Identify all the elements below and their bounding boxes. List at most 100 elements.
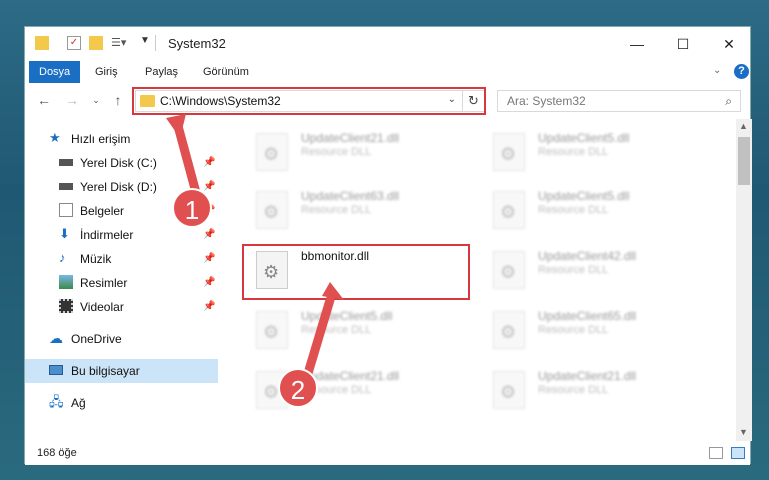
- properties-icon[interactable]: ✓: [67, 36, 81, 50]
- title-bar: ✓ ☰▾ ▼ System32 — ☐ ✕: [25, 27, 750, 61]
- dll-file-icon: ⚙: [493, 251, 525, 289]
- tab-home[interactable]: Giriş: [85, 61, 128, 83]
- file-type: Resource DLL: [301, 324, 372, 336]
- file-name: UpdateClient63.dll: [301, 189, 400, 203]
- close-button[interactable]: ✕: [706, 27, 752, 61]
- item-count: 168 öğe: [37, 447, 77, 459]
- tab-file[interactable]: Dosya: [29, 61, 81, 83]
- sidebar-item-network[interactable]: 🖧 Ağ: [25, 391, 218, 415]
- file-type: Resource DLL: [301, 204, 372, 216]
- pin-icon[interactable]: 📌: [203, 301, 215, 312]
- sidebar-item-label: İndirmeler: [80, 228, 134, 242]
- callout-1: 1: [172, 188, 212, 228]
- sidebar-item-label: OneDrive: [71, 332, 122, 346]
- ribbon-tabs: Dosya Giriş Paylaş Görünüm ⌄ ?: [25, 61, 750, 84]
- tab-share[interactable]: Paylaş: [135, 61, 188, 83]
- file-name: UpdateClient21.dll: [538, 369, 637, 383]
- sidebar-item-label: Belgeler: [80, 204, 125, 218]
- file-name: UpdateClient5.dll: [538, 189, 630, 203]
- download-icon: ⬇: [59, 226, 70, 241]
- sidebar-item-label: Bu bilgisayar: [71, 364, 140, 378]
- file-name: UpdateClient65.dll: [538, 309, 637, 323]
- file-name: UpdateClient5.dll: [301, 309, 393, 323]
- file-highlight-box: [242, 244, 470, 300]
- expand-ribbon-icon[interactable]: ⌄: [713, 65, 721, 76]
- title-divider: [155, 35, 156, 51]
- sidebar-item-label: Hızlı erişim: [71, 132, 131, 146]
- new-folder-icon[interactable]: [89, 36, 103, 50]
- file-item[interactable]: ⚙ UpdateClient63.dll Resource DLL: [246, 183, 476, 237]
- address-highlight-box: [132, 87, 486, 115]
- file-type: Resource DLL: [538, 384, 609, 396]
- file-type: Resource DLL: [538, 264, 609, 276]
- dll-file-icon: ⚙: [256, 311, 288, 349]
- details-view-icon[interactable]: [709, 447, 723, 459]
- search-box[interactable]: Ara: System32 ⌕: [497, 90, 741, 112]
- tab-view[interactable]: Görünüm: [193, 61, 259, 83]
- star-icon: ★: [49, 130, 61, 145]
- recent-locations-button[interactable]: ⌄: [87, 91, 105, 109]
- document-icon: [59, 203, 73, 217]
- file-item[interactable]: ⚙ UpdateClient21.dll Resource DLL: [246, 125, 476, 179]
- status-bar: 168 öğe: [25, 441, 750, 465]
- sidebar-item-label: Ağ: [71, 396, 86, 410]
- maximize-button[interactable]: ☐: [660, 27, 706, 61]
- scroll-down-icon[interactable]: ▼: [739, 427, 748, 437]
- chevron-down-icon[interactable]: ▼: [140, 35, 150, 46]
- dll-file-icon: ⚙: [493, 133, 525, 171]
- computer-icon: [49, 365, 63, 375]
- dll-file-icon: ⚙: [493, 311, 525, 349]
- sidebar-item-music[interactable]: ♪ Müzik 📌: [25, 247, 218, 271]
- file-item[interactable]: ⚙ UpdateClient5.dll Resource DLL: [483, 125, 713, 179]
- large-icons-view-icon[interactable]: [731, 447, 745, 459]
- vertical-scrollbar[interactable]: ▲ ▼: [736, 119, 752, 441]
- sidebar-item-label: Yerel Disk (C:): [80, 156, 157, 170]
- callout-2: 2: [278, 368, 318, 408]
- forward-button[interactable]: →: [63, 91, 81, 109]
- scroll-up-icon[interactable]: ▲: [739, 121, 748, 131]
- music-icon: ♪: [59, 250, 66, 265]
- file-name: UpdateClient42.dll: [538, 249, 637, 263]
- sidebar-item-onedrive[interactable]: ☁ OneDrive: [25, 327, 218, 351]
- up-button[interactable]: ↑: [109, 91, 127, 109]
- sidebar-item-label: Videolar: [80, 300, 124, 314]
- sidebar-item-disk-c[interactable]: Yerel Disk (C:) 📌: [25, 151, 218, 175]
- file-item[interactable]: ⚙ UpdateClient5.dll Resource DLL: [483, 183, 713, 237]
- pin-icon[interactable]: 📌: [203, 181, 215, 192]
- customize-qat-icon[interactable]: ☰▾: [111, 36, 126, 50]
- file-item[interactable]: ⚙ UpdateClient5.dll Resource DLL: [246, 303, 476, 357]
- pictures-icon: [59, 275, 73, 289]
- dll-file-icon: ⚙: [493, 371, 525, 409]
- drive-icon: [59, 183, 73, 190]
- pin-icon[interactable]: 📌: [203, 253, 215, 264]
- scrollbar-thumb[interactable]: [738, 137, 750, 185]
- pin-icon[interactable]: 📌: [203, 277, 215, 288]
- sidebar-item-label: Müzik: [80, 252, 112, 266]
- file-name: UpdateClient5.dll: [538, 131, 630, 145]
- sidebar-item-label: Resimler: [80, 276, 128, 290]
- video-icon: [59, 299, 73, 313]
- sidebar-item-videos[interactable]: Videolar 📌: [25, 295, 218, 319]
- file-type: Resource DLL: [538, 146, 609, 158]
- sidebar-item-quick-access[interactable]: ★ Hızlı erişim: [25, 127, 218, 151]
- sidebar-item-this-pc[interactable]: Bu bilgisayar: [25, 359, 218, 383]
- navigation-pane: ★ Hızlı erişim Yerel Disk (C:) 📌 Yerel D…: [25, 119, 218, 441]
- file-item[interactable]: ⚙ UpdateClient21.dll Resource DLL: [483, 363, 713, 417]
- file-type: Resource DLL: [301, 146, 372, 158]
- dll-file-icon: ⚙: [256, 191, 288, 229]
- back-button[interactable]: ←: [35, 91, 53, 109]
- folder-icon: [35, 36, 49, 50]
- minimize-button[interactable]: —: [614, 27, 660, 61]
- window-title: System32: [168, 36, 226, 51]
- dll-file-icon: ⚙: [493, 191, 525, 229]
- sidebar-item-label: Yerel Disk (D:): [80, 180, 157, 194]
- file-type: Resource DLL: [538, 324, 609, 336]
- sidebar-item-pictures[interactable]: Resimler 📌: [25, 271, 218, 295]
- pin-icon[interactable]: 📌: [203, 229, 215, 240]
- pin-icon[interactable]: 📌: [203, 157, 215, 168]
- file-type: Resource DLL: [538, 204, 609, 216]
- search-icon: ⌕: [725, 94, 732, 108]
- file-item[interactable]: ⚙ UpdateClient65.dll Resource DLL: [483, 303, 713, 357]
- help-icon[interactable]: ?: [734, 64, 749, 79]
- file-item[interactable]: ⚙ UpdateClient42.dll Resource DLL: [483, 243, 713, 297]
